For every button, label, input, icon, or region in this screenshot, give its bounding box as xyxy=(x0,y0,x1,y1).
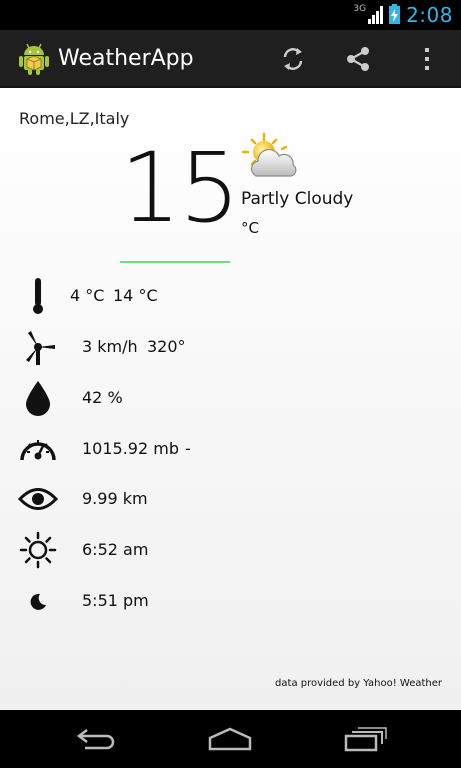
status-clock: 2:08 xyxy=(406,3,453,27)
app-title: WeatherApp xyxy=(58,46,194,71)
wind-direction: 320° xyxy=(147,337,186,356)
sun-icon xyxy=(18,530,58,570)
temperature-underline xyxy=(120,261,230,263)
home-icon xyxy=(208,727,252,751)
thermometer-icon xyxy=(18,276,58,316)
sunset-value: 5:51 pm xyxy=(82,591,149,610)
sunrise-value: 6:52 am xyxy=(82,540,149,559)
sunset-row: 5:51 pm xyxy=(0,581,461,621)
wind-turbine-icon xyxy=(20,327,60,367)
signal-strength-icon xyxy=(368,6,384,24)
share-icon xyxy=(347,47,369,71)
battery-charging-icon xyxy=(389,4,401,24)
humidity-value: 42 % xyxy=(82,388,123,407)
temp-max: 14 °C xyxy=(113,286,158,305)
refresh-button[interactable] xyxy=(276,42,310,76)
temperature-unit: °C xyxy=(241,219,259,237)
weather-content: Rome,LZ,Italy 15 Partly Cloudy °C 4 °C 1… xyxy=(0,88,461,710)
data-credit: data provided by Yahoo! Weather xyxy=(275,678,442,689)
overflow-menu-button[interactable] xyxy=(410,42,444,76)
temp-min: 4 °C xyxy=(70,286,105,305)
recent-apps-icon xyxy=(344,727,387,752)
pressure-row: 1015.92 mb - xyxy=(0,429,461,469)
overflow-menu-icon xyxy=(425,48,429,70)
wind-row: 3 km/h 320° xyxy=(0,327,461,367)
visibility-row: 9.99 km xyxy=(0,479,461,519)
network-type: 3G xyxy=(353,4,367,14)
temperature-range-row: 4 °C 14 °C xyxy=(0,276,461,316)
pressure-trend: - xyxy=(185,439,191,458)
humidity-row: 42 % xyxy=(0,378,461,418)
eye-icon xyxy=(18,479,58,519)
status-indicators: 3G 2:08 xyxy=(353,0,453,30)
visibility-value: 9.99 km xyxy=(82,489,148,508)
current-temperature: 15 xyxy=(120,132,240,244)
back-button[interactable] xyxy=(66,724,126,754)
recent-apps-button[interactable] xyxy=(335,724,395,754)
sunrise-row: 6:52 am xyxy=(0,530,461,570)
wind-speed: 3 km/h xyxy=(82,337,138,356)
location-label: Rome,LZ,Italy xyxy=(19,109,130,128)
moon-icon xyxy=(18,581,58,621)
water-drop-icon xyxy=(18,378,58,418)
barometer-gauge-icon xyxy=(18,429,58,469)
pressure-value: 1015.92 mb xyxy=(82,439,179,458)
condition-text: Partly Cloudy xyxy=(241,189,354,209)
action-bar: WeatherApp xyxy=(0,30,461,88)
partly-cloudy-icon xyxy=(242,132,297,177)
android-app-icon xyxy=(19,43,49,75)
status-bar: 3G 2:08 xyxy=(0,0,461,30)
refresh-icon xyxy=(283,48,303,70)
back-icon xyxy=(76,729,115,750)
home-button[interactable] xyxy=(200,724,260,754)
share-button[interactable] xyxy=(341,42,375,76)
navigation-bar xyxy=(0,710,461,768)
